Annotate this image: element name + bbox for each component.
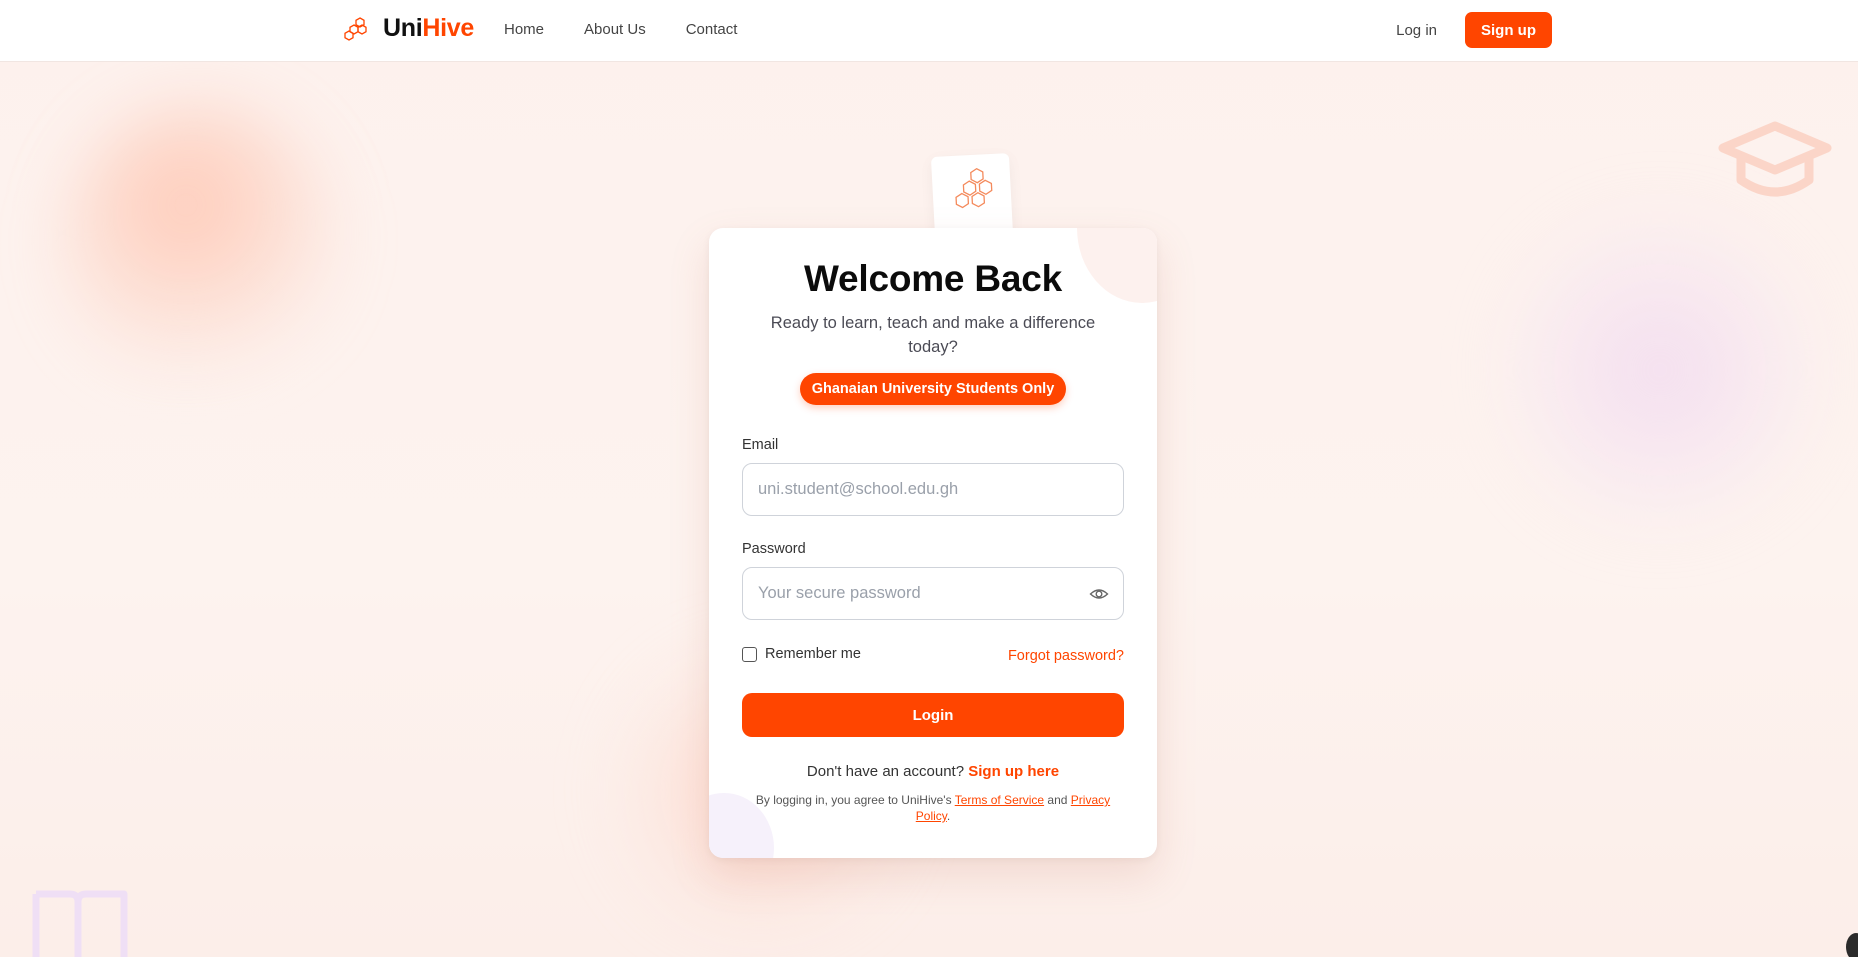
nav-actions: Log in Sign up — [1396, 12, 1552, 48]
eye-icon[interactable] — [1089, 584, 1109, 604]
brand[interactable]: UniHive — [343, 14, 474, 43]
eligibility-badge: Ghanaian University Students Only — [800, 373, 1066, 405]
forgot-password-link[interactable]: Forgot password? — [1008, 648, 1124, 664]
password-label: Password — [742, 541, 806, 557]
no-account-text: Don't have an account? — [806, 763, 965, 780]
terms-prefix: By logging in, you agree to UniHive's — [755, 793, 952, 807]
email-field-wrapper — [742, 463, 1124, 516]
nav-link-about-us[interactable]: About Us — [584, 21, 646, 38]
password-field-wrapper — [742, 567, 1124, 620]
signup-here-link[interactable]: Sign up here — [968, 763, 1059, 780]
book-icon — [32, 890, 128, 957]
terms-and: and — [1047, 793, 1068, 807]
corner-widget[interactable] — [1846, 933, 1858, 957]
login-card: Welcome Back Ready to learn, teach and m… — [709, 228, 1157, 858]
login-link[interactable]: Log in — [1396, 22, 1437, 39]
signup-button[interactable]: Sign up — [1465, 12, 1552, 48]
email-field[interactable] — [743, 464, 1123, 515]
nav-link-contact[interactable]: Contact — [686, 21, 738, 38]
graduation-cap-icon — [1718, 121, 1832, 197]
terms-suffix: . — [946, 809, 951, 823]
login-options: Remember me Forgot password? — [742, 646, 1124, 668]
remember-me[interactable]: Remember me — [742, 646, 861, 662]
terms-notice: By logging in, you agree to UniHive's Te… — [742, 792, 1124, 824]
hexagon-cluster-icon — [955, 167, 993, 209]
remember-me-label: Remember me — [765, 646, 861, 662]
page-title: Welcome Back — [803, 258, 1063, 299]
navbar: UniHive Home About Us Contact Log in Sig… — [0, 0, 1858, 62]
remember-me-checkbox[interactable] — [742, 646, 757, 662]
page: UniHive Home About Us Contact Log in Sig… — [0, 0, 1858, 957]
decor-blob — [1500, 210, 1820, 530]
terms-of-service-link[interactable]: Terms of Service — [955, 793, 1044, 807]
signup-prompt: Don't have an account? Sign up here — [709, 763, 1157, 780]
hex-tab — [930, 153, 1014, 239]
subtitle: Ready to learn, teach and make a differe… — [770, 314, 1096, 356]
nav-links: Home About Us Contact — [504, 21, 737, 38]
brand-name: UniHive — [383, 14, 474, 42]
decor-blob — [60, 100, 340, 400]
login-button[interactable]: Login — [742, 693, 1124, 737]
email-label: Email — [742, 437, 779, 453]
password-field[interactable] — [743, 568, 1123, 619]
nav-link-home[interactable]: Home — [504, 21, 544, 38]
hexagon-logo-icon — [344, 16, 367, 41]
